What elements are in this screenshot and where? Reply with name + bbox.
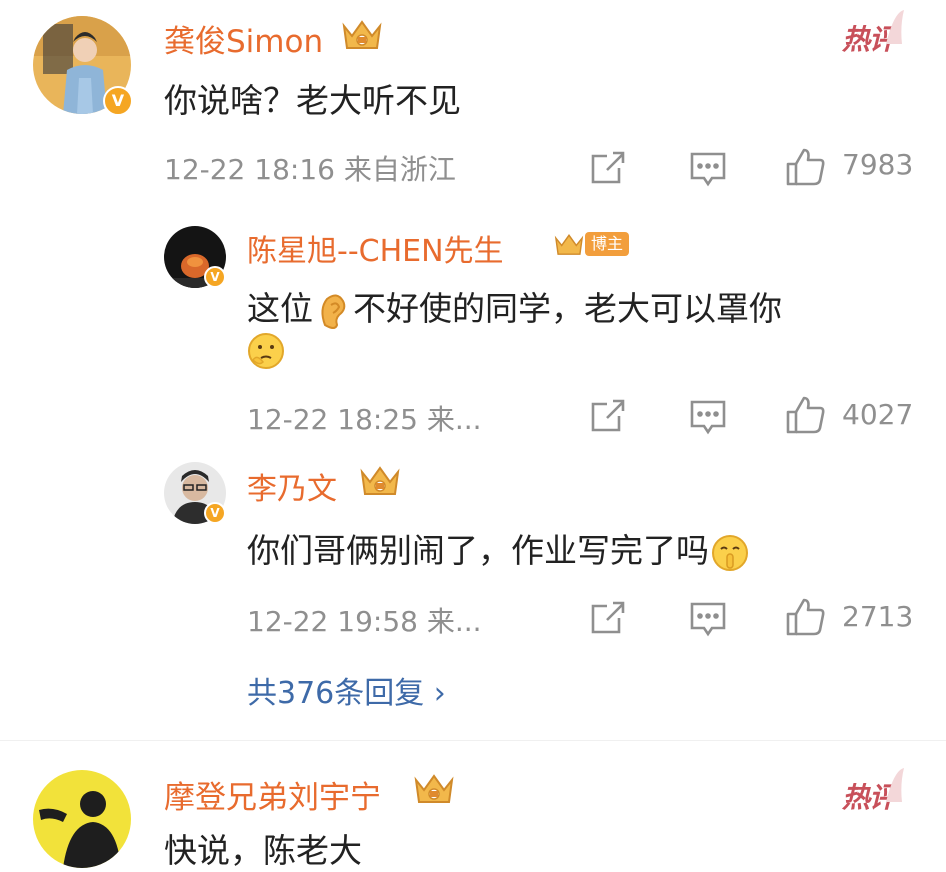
- reply-text: 这位 不好使的同学，老大可以罩你: [247, 282, 782, 331]
- comment-icon[interactable]: [686, 596, 730, 640]
- crown-icon: [358, 462, 402, 498]
- share-icon[interactable]: [585, 146, 629, 190]
- reply-username[interactable]: 陈星旭--CHEN先生: [247, 226, 504, 270]
- like-count: 4027: [842, 398, 914, 431]
- author-tag: 博主: [553, 230, 630, 260]
- verified-icon: V: [103, 86, 133, 116]
- like-count: 7983: [842, 148, 914, 181]
- like-icon[interactable]: [784, 392, 828, 436]
- comment-username[interactable]: 摩登兄弟刘宇宁: [164, 772, 381, 817]
- reply-meta: 12-22 19:58 来...: [247, 605, 482, 638]
- comment-meta: 12-22 18:16 来自浙江: [164, 153, 456, 186]
- reply-text-part: 不好使的同学，老大可以罩你: [353, 289, 782, 328]
- verified-icon: V: [204, 502, 226, 524]
- shush-emoji: [711, 534, 749, 572]
- verified-icon: V: [204, 266, 226, 288]
- crown-icon: [412, 770, 456, 806]
- like-icon[interactable]: [784, 144, 828, 188]
- crown-icon: [340, 16, 384, 52]
- avatar-liuyuning[interactable]: [33, 770, 131, 868]
- view-replies-link[interactable]: 共376条回复 ›: [247, 668, 446, 712]
- divider: [0, 740, 946, 741]
- reply-meta: 12-22 18:25 来...: [247, 403, 482, 436]
- avatar-image: [33, 770, 131, 868]
- ear-emoji: [315, 291, 351, 331]
- author-badge: 博主: [585, 232, 630, 256]
- share-icon[interactable]: [585, 394, 629, 438]
- crown-icon: [553, 230, 585, 258]
- reply-text-part: 你们哥俩别闹了，作业写完了吗: [247, 531, 709, 570]
- hot-badge-flame: [880, 8, 908, 48]
- share-icon[interactable]: [585, 596, 629, 640]
- reply-text-part: 这位: [247, 289, 313, 328]
- comment-username[interactable]: 龚俊Simon: [164, 16, 323, 61]
- comment-text: 你说啥？老大听不见: [164, 81, 461, 120]
- reply-username[interactable]: 李乃文: [247, 464, 337, 508]
- reply-text: 你们哥俩别闹了，作业写完了吗: [247, 524, 749, 572]
- hot-badge-flame: [880, 766, 908, 806]
- thinking-emoji: [247, 332, 285, 370]
- comment-icon[interactable]: [686, 146, 730, 190]
- like-count: 2713: [842, 600, 914, 633]
- comment-icon[interactable]: [686, 394, 730, 438]
- like-icon[interactable]: [784, 594, 828, 638]
- comment-text: 快说，陈老大: [164, 831, 362, 870]
